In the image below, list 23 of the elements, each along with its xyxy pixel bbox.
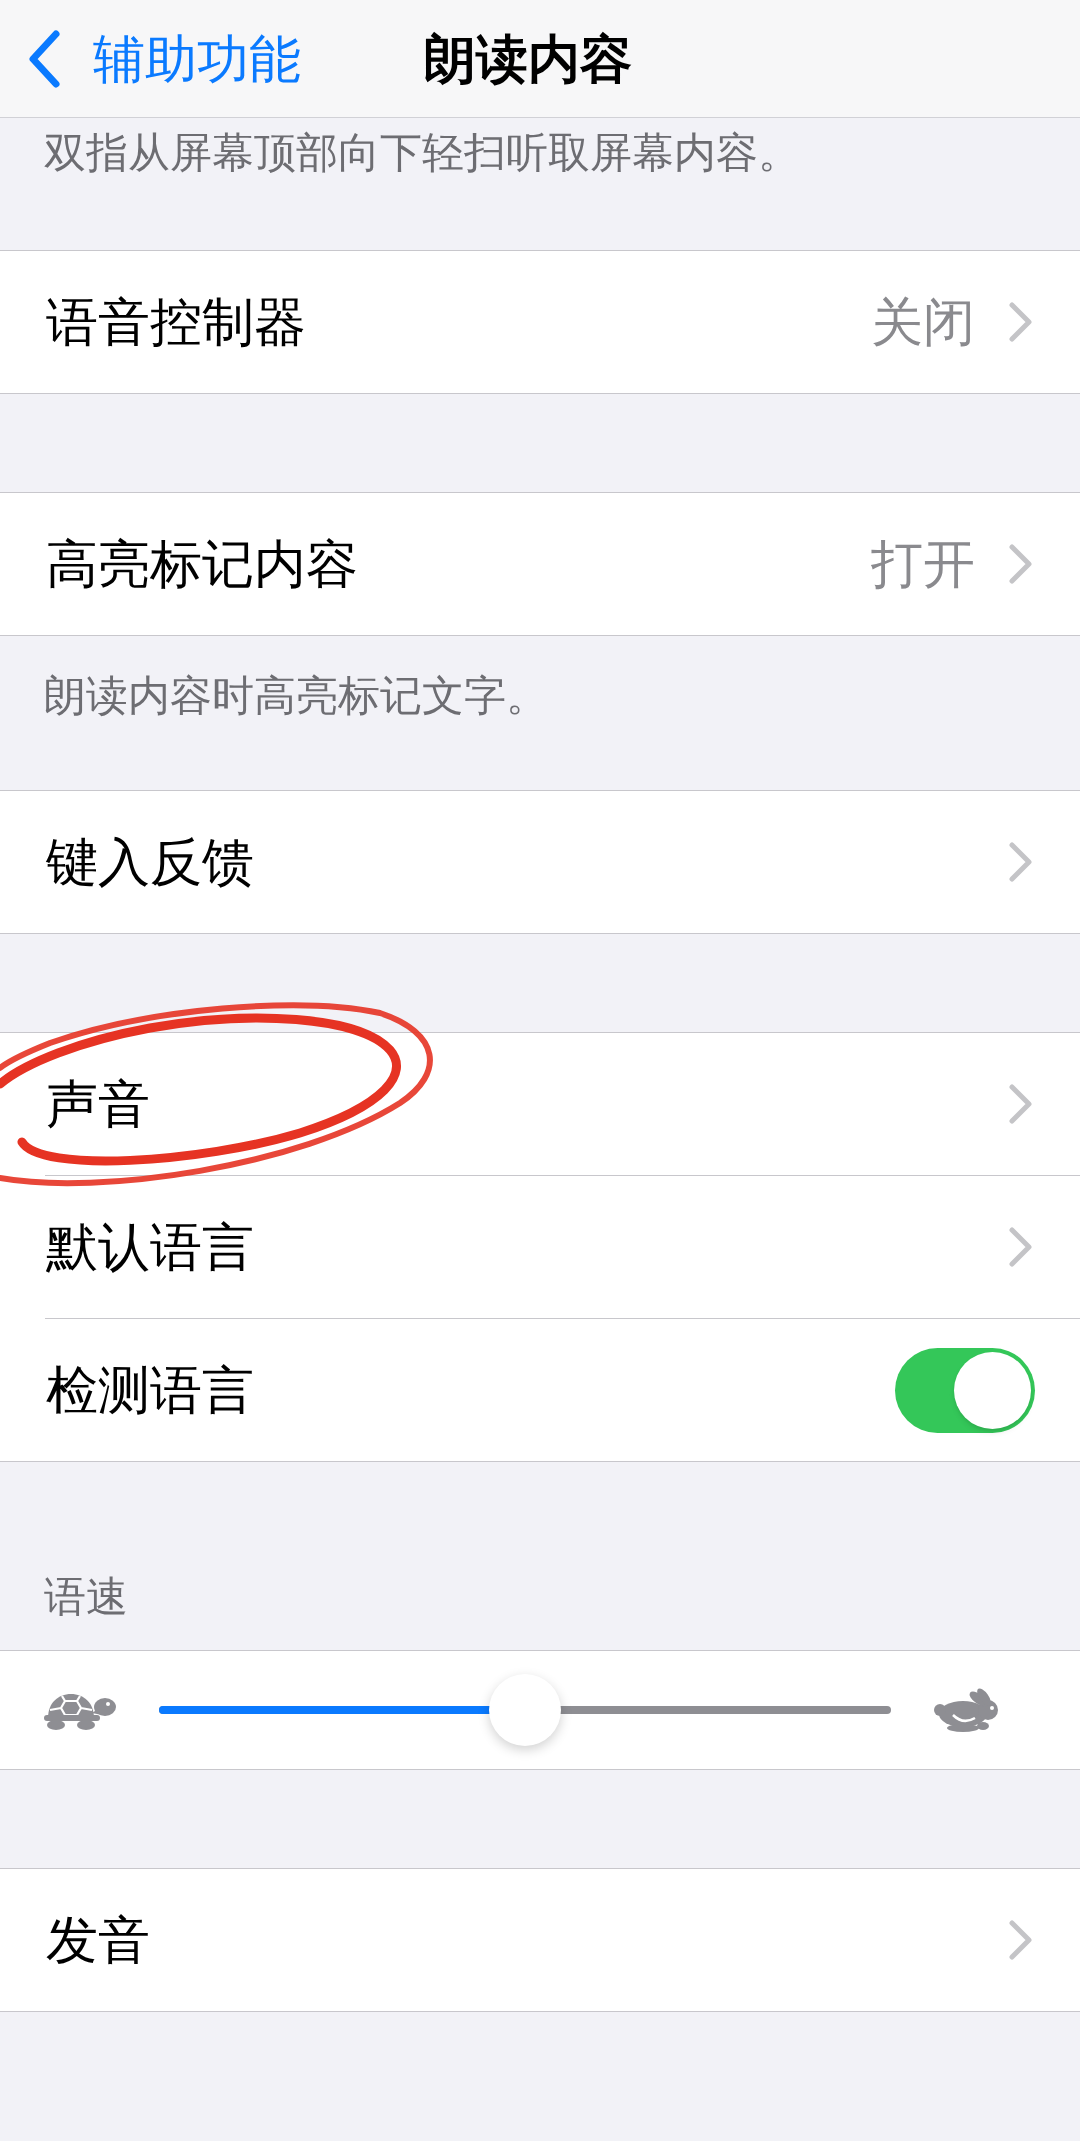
row-label: 键入反馈 (46, 832, 254, 893)
chevron-right-icon (1008, 543, 1033, 585)
row-value: 打开 (871, 534, 975, 595)
row-label: 高亮标记内容 (46, 534, 358, 595)
section-header: 语速 (44, 1572, 128, 1622)
row-label: 检测语言 (46, 1360, 254, 1421)
chevron-right-icon (1008, 1226, 1033, 1268)
chevron-right-icon (1008, 841, 1033, 883)
row-label: 默认语言 (46, 1217, 254, 1278)
row-label: 声音 (46, 1074, 150, 1135)
back-button[interactable]: 辅助功能 (27, 27, 301, 90)
chevron-right-icon (1008, 1083, 1033, 1125)
chevron-left-icon (27, 28, 61, 89)
nav-title: 朗读内容 (424, 28, 632, 90)
slider-thumb[interactable] (489, 1674, 561, 1746)
chevron-right-icon (1008, 301, 1033, 343)
chevron-right-icon (1008, 1919, 1033, 1961)
speed-slider[interactable] (159, 1674, 891, 1746)
row-label: 语音控制器 (46, 292, 306, 353)
row-value: 关闭 (871, 292, 975, 353)
footer-note: 朗读内容时高亮标记文字。 (44, 671, 548, 721)
footer-note: 双指从屏幕顶部向下轻扫听取屏幕内容。 (44, 128, 800, 178)
row-label: 发音 (46, 1910, 150, 1971)
